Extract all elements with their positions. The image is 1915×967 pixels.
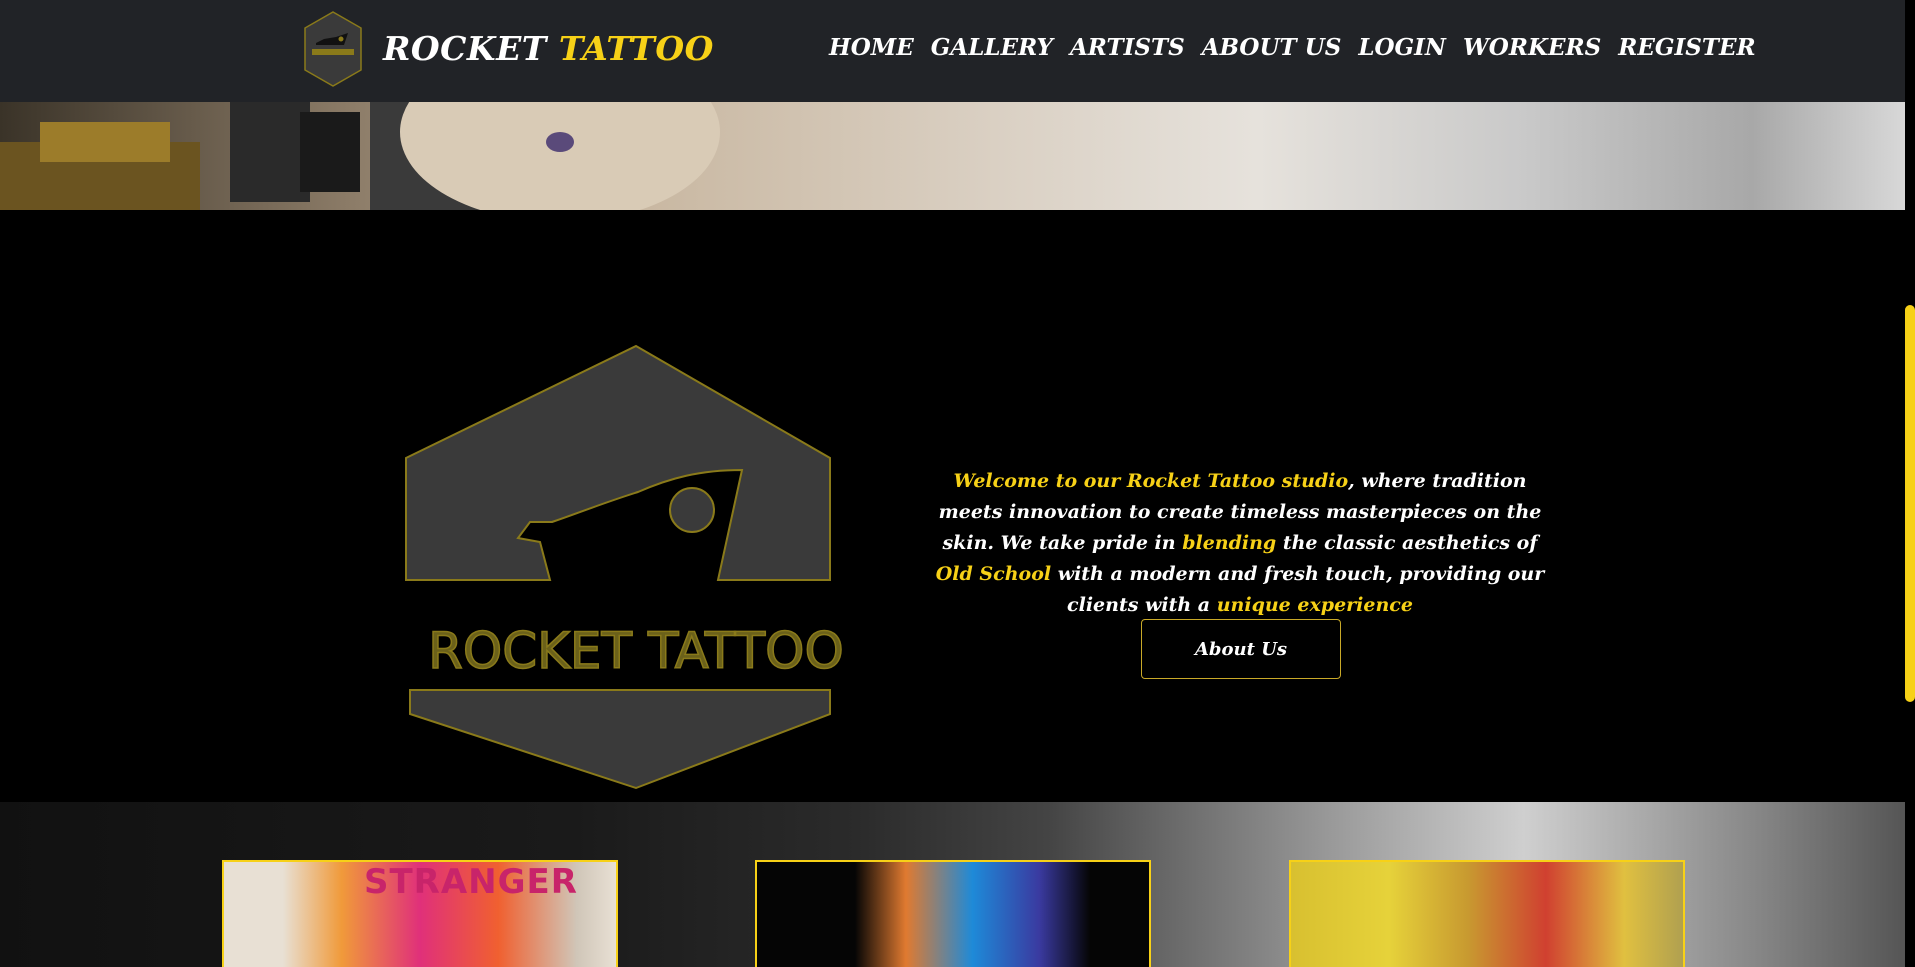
gallery-card-1[interactable]: STRANGER — [222, 860, 618, 967]
intro-highlight-unique: unique experience — [1216, 594, 1413, 616]
nav-about-us[interactable]: ABOUT US — [1202, 34, 1342, 61]
brand-name-accent: TATTOO — [558, 29, 714, 68]
nav-login[interactable]: LOGIN — [1358, 34, 1446, 61]
top-navbar: ROCKET TATTOO HOME GALLERY ARTISTS ABOUT… — [0, 0, 1905, 102]
about-section: ROCKET TATTOO Welcome to our Rocket Tatt… — [0, 210, 1905, 802]
tattoo-machine-photo — [0, 102, 720, 210]
nav-home[interactable]: HOME — [829, 34, 914, 61]
intro-highlight-blending: blending — [1182, 532, 1277, 554]
about-us-button[interactable]: About Us — [1141, 619, 1341, 679]
intro-highlight-welcome: Welcome to our Rocket Tattoo studio — [953, 470, 1349, 492]
gallery-card-1-text: STRANGER — [364, 862, 578, 902]
gallery-card-2[interactable] — [755, 860, 1151, 967]
gallery-preview: STRANGER — [0, 802, 1905, 967]
nav-artists[interactable]: ARTISTS — [1070, 34, 1185, 61]
scrollbar-thumb[interactable] — [1905, 305, 1915, 702]
about-intro-text: Welcome to our Rocket Tattoo studio, whe… — [930, 466, 1550, 621]
rocket-tattoo-logo: ROCKET TATTOO — [405, 344, 845, 790]
main-nav: HOME GALLERY ARTISTS ABOUT US LOGIN WORK… — [829, 34, 1756, 61]
nav-register[interactable]: REGISTER — [1618, 34, 1755, 61]
rocket-logo-icon[interactable] — [304, 11, 362, 87]
brand-name-first: ROCKET — [383, 29, 559, 68]
nav-gallery[interactable]: GALLERY — [931, 34, 1053, 61]
brand-name[interactable]: ROCKET TATTOO — [383, 29, 714, 68]
hero-image — [0, 102, 1905, 210]
nav-workers[interactable]: WORKERS — [1463, 34, 1601, 61]
logo-text: ROCKET TATTOO — [428, 622, 844, 680]
intro-text-part: the classic aesthetics of — [1276, 532, 1538, 554]
gallery-card-3[interactable] — [1289, 860, 1685, 967]
intro-highlight-old-school: Old School — [935, 563, 1052, 585]
